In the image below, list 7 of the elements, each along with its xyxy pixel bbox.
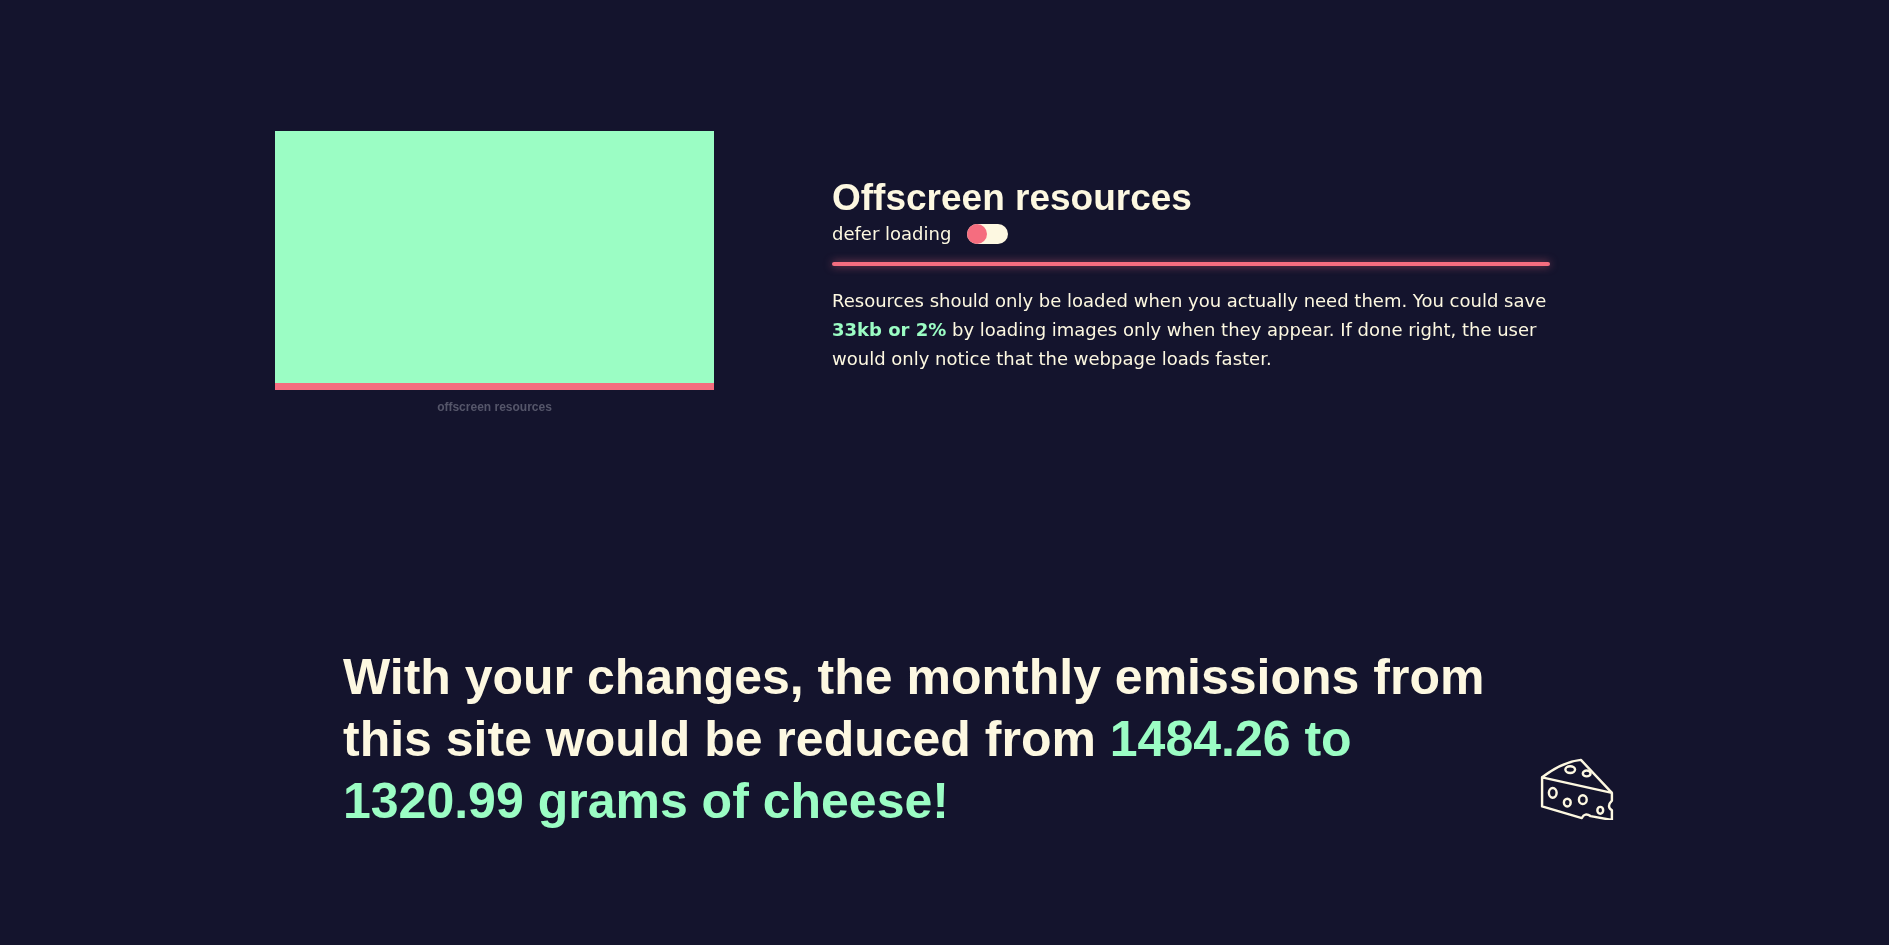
toggle-switch[interactable] bbox=[967, 223, 1009, 244]
summary-text: With your changes, the monthly emissions from this site would be reduced from 1484.26 to 1320.99 grams of cheese! bbox=[343, 648, 1486, 831]
toggle-label: defer loading bbox=[832, 223, 952, 244]
image-caption: offscreen resources bbox=[437, 400, 552, 414]
description-text: Resources should only be loaded when you actually need them. You could save 33kb or 2% by loading images only when they appear. If done right, the user would only notice that the webpage loads faster. bbox=[832, 289, 1548, 371]
setting-title: Offscreen resources bbox=[832, 177, 1193, 219]
cheese-icon bbox=[1538, 756, 1616, 820]
